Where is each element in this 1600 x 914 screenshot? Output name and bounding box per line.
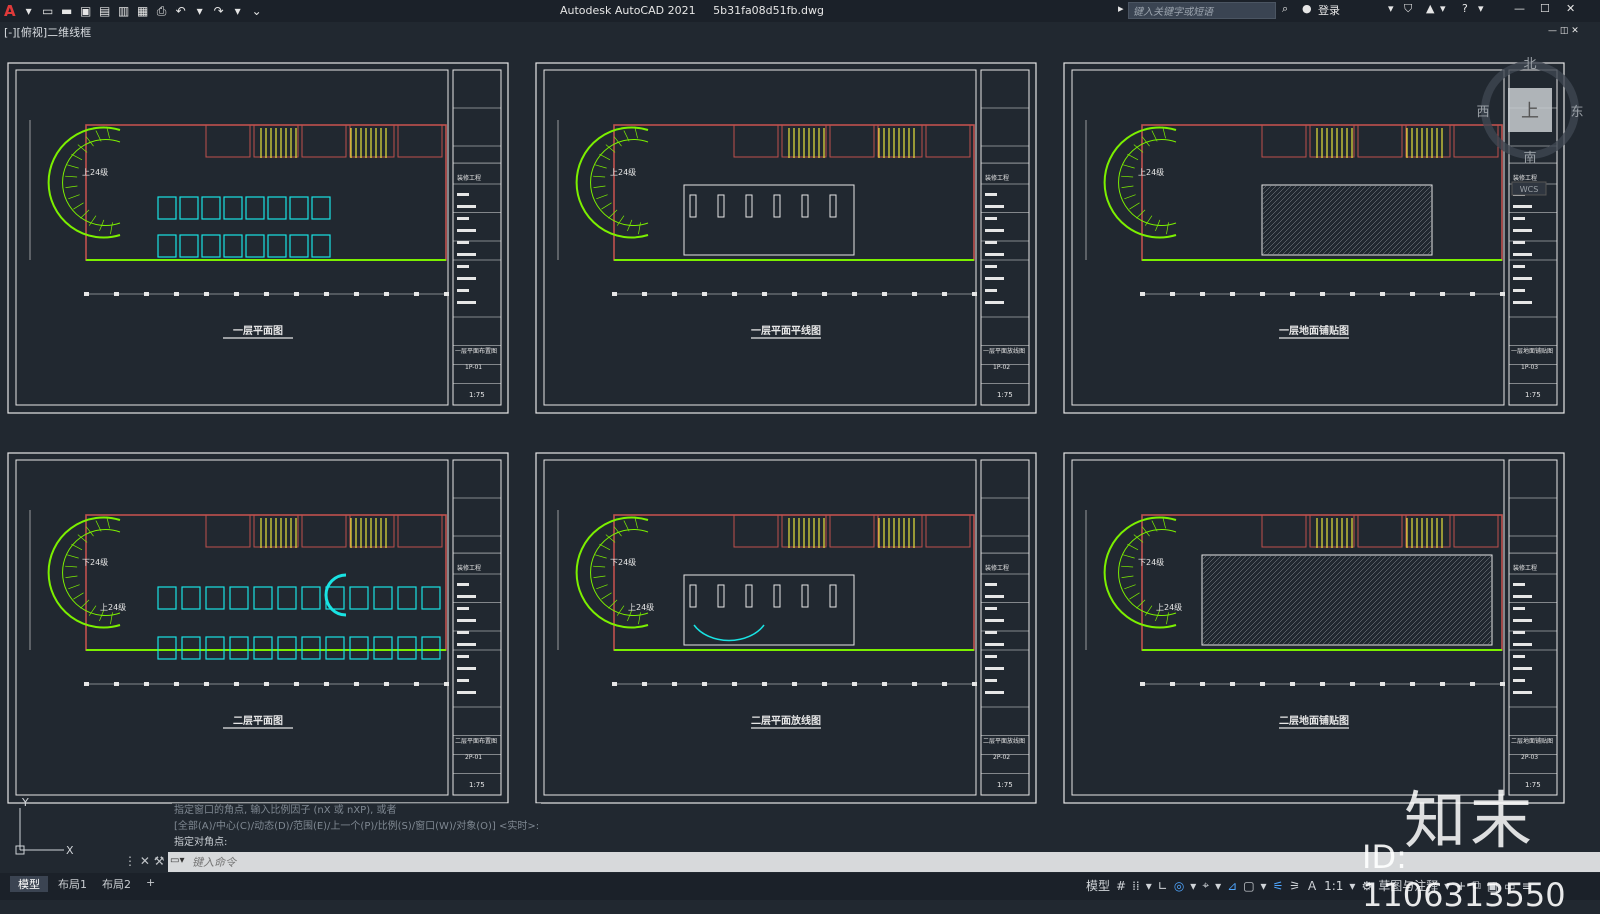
drawing-sheet[interactable]: 装修工程二层平面放线图 2P-02 1:75 下24级上24级二层平面放线图 <box>535 452 1037 804</box>
title-block-number: 1P-02 <box>993 364 1010 371</box>
stair-label: 上24级 <box>82 167 108 177</box>
command-input[interactable] <box>192 855 792 869</box>
customize-command-icon[interactable]: ⚒ <box>154 854 165 868</box>
stair-label: 下24级 <box>82 557 108 567</box>
stair-label: 上24级 <box>1156 602 1182 612</box>
stair-label: 上24级 <box>1138 167 1164 177</box>
title-block-number: 2P-02 <box>993 754 1010 761</box>
stair-label: 下24级 <box>610 557 636 567</box>
dropdown-icon[interactable]: ▾ <box>1215 879 1221 893</box>
add-layout-button[interactable]: + <box>138 876 163 892</box>
sheet-title: 一层平面图 <box>233 325 283 337</box>
watermark-id: ID: 1106313550 <box>1362 838 1566 914</box>
title-block-scale: 1:75 <box>469 781 485 789</box>
stair-label: 上24级 <box>100 602 126 612</box>
viewcube-north-label: 北 <box>1523 57 1536 72</box>
title-block-name: 一层平面布置图 <box>455 347 497 355</box>
title-block-name: 二层平面布置图 <box>455 737 497 745</box>
title-block-name: 二层地面铺贴图 <box>1511 737 1553 745</box>
sheet-title: 二层平面放线图 <box>751 714 821 727</box>
title-block-number: 2P-01 <box>465 754 482 761</box>
drawing-sheet[interactable]: 装修工程二层地面铺贴图2P-031:75下24级上24级二层地面铺贴图 <box>1063 452 1565 804</box>
drawing-sheet[interactable]: 装修工程一层平面放线图 1P-02 1:75 上24级一层平面平线图 <box>535 62 1037 414</box>
model-space-button[interactable]: 模型 <box>1086 877 1110 894</box>
stair-label: 上24级 <box>628 602 654 612</box>
title-block-scale: 1:75 <box>997 781 1013 789</box>
command-history-line: [全部(A)/中心(C)/动态(D)/范围(E)/上一个(P)/比例(S)/窗口… <box>172 819 542 835</box>
viewcube-east-label: 东 <box>1570 105 1583 120</box>
ucs-icon: Y X <box>15 796 74 857</box>
ortho-icon[interactable]: ∟ <box>1158 879 1168 893</box>
svg-text:X: X <box>66 844 74 857</box>
dropdown-icon[interactable]: ▾ <box>1261 879 1267 893</box>
title-block-scale: 1:75 <box>469 391 485 399</box>
command-history-line: 指定对角点: <box>172 835 542 851</box>
snap-icon[interactable]: ⁞⁞ <box>1132 879 1140 893</box>
title-block-number: 2P-03 <box>1521 754 1538 761</box>
viewcube-south-label: 南 <box>1523 150 1536 166</box>
dropdown-icon[interactable]: ▾ <box>1349 879 1355 893</box>
polar-icon[interactable]: ◎ <box>1174 879 1184 893</box>
title-block-name: 一层平面放线图 <box>983 347 1025 355</box>
title-block-project: 装修工程 <box>985 564 1009 572</box>
drawing-sheet[interactable]: 装修工程一层平面布置图 1P-01 1:75 上24级一层平面图 <box>7 62 509 414</box>
object-snap-icon[interactable]: ⊿ <box>1227 879 1237 893</box>
tab-layout1[interactable]: 布局1 <box>50 876 95 892</box>
title-block-number: 1P-01 <box>465 364 482 371</box>
stair-label: 上24级 <box>610 167 636 177</box>
close-command-line-icon[interactable]: ✕ <box>140 854 150 868</box>
sheet-title: 一层地面铺贴图 <box>1279 324 1349 337</box>
auto-scale-icon[interactable]: ⚞ <box>1289 879 1300 893</box>
title-block-name: 二层平面放线图 <box>983 737 1025 745</box>
grid-icon[interactable]: # <box>1116 879 1126 893</box>
title-block-number: 1P-03 <box>1521 364 1538 371</box>
tab-model[interactable]: 模型 <box>10 876 48 892</box>
annotation-scale-value[interactable]: 1:1 <box>1324 879 1343 893</box>
title-block-scale: 1:75 <box>997 391 1013 399</box>
command-history-line: 指定窗口的角点, 输入比例因子 (nX 或 nXP), 或者 <box>172 803 542 819</box>
sheet-title: 二层平面图 <box>233 715 283 727</box>
sheet-title: 一层平面平线图 <box>751 324 821 337</box>
osnap-tracking-icon[interactable]: ⌖ <box>1202 878 1209 893</box>
title-block-scale: 1:75 <box>1525 391 1541 399</box>
command-line-tools: ⋮ ✕ ⚒ <box>124 854 164 868</box>
tab-layout2[interactable]: 布局2 <box>94 876 139 892</box>
command-prompt-icon[interactable]: ▭▾ <box>170 855 192 869</box>
stair-label: 下24级 <box>1138 557 1164 567</box>
status-bar: 模型 布局1 布局2 + 模型 # ⁞⁞ ▾ ∟ ◎ ▾ ⌖ ▾ ⊿ ▢ ▾ ⚟… <box>0 873 1600 900</box>
annotation-visibility-icon[interactable]: ⚟ <box>1273 879 1284 893</box>
viewcube-top-label: 上 <box>1521 101 1539 122</box>
drawing-canvas[interactable]: 装修工程一层平面布置图1P-011:75上24级一层平面图装修工程一层平面放线图… <box>0 0 1600 900</box>
dropdown-icon[interactable]: ▾ <box>1146 879 1152 893</box>
command-history: 指定窗口的角点, 输入比例因子 (nX 或 nXP), 或者 [全部(A)/中心… <box>172 803 542 851</box>
wcs-label: WCS <box>1520 185 1539 194</box>
dropdown-icon[interactable]: ▾ <box>1190 879 1196 893</box>
title-block-project: 装修工程 <box>1513 174 1537 182</box>
annotation-scale-icon[interactable]: Ａ <box>1306 877 1318 894</box>
viewcube-west-label: 西 <box>1476 105 1489 120</box>
title-block-name: 一层地面铺贴图 <box>1511 347 1553 355</box>
title-block-project: 装修工程 <box>457 174 481 182</box>
title-block-project: 装修工程 <box>985 174 1009 182</box>
selection-cycling-icon[interactable]: ▢ <box>1243 879 1254 893</box>
title-block-project: 装修工程 <box>457 564 481 572</box>
title-block-project: 装修工程 <box>1513 564 1537 572</box>
grip-icon[interactable]: ⋮ <box>124 854 136 868</box>
svg-text:Y: Y <box>21 796 29 809</box>
sheet-title: 二层地面铺贴图 <box>1279 714 1349 727</box>
drawing-sheet[interactable]: 装修工程二层平面布置图 2P-01 1:75 下24级上24级二层平面图 <box>7 452 509 804</box>
